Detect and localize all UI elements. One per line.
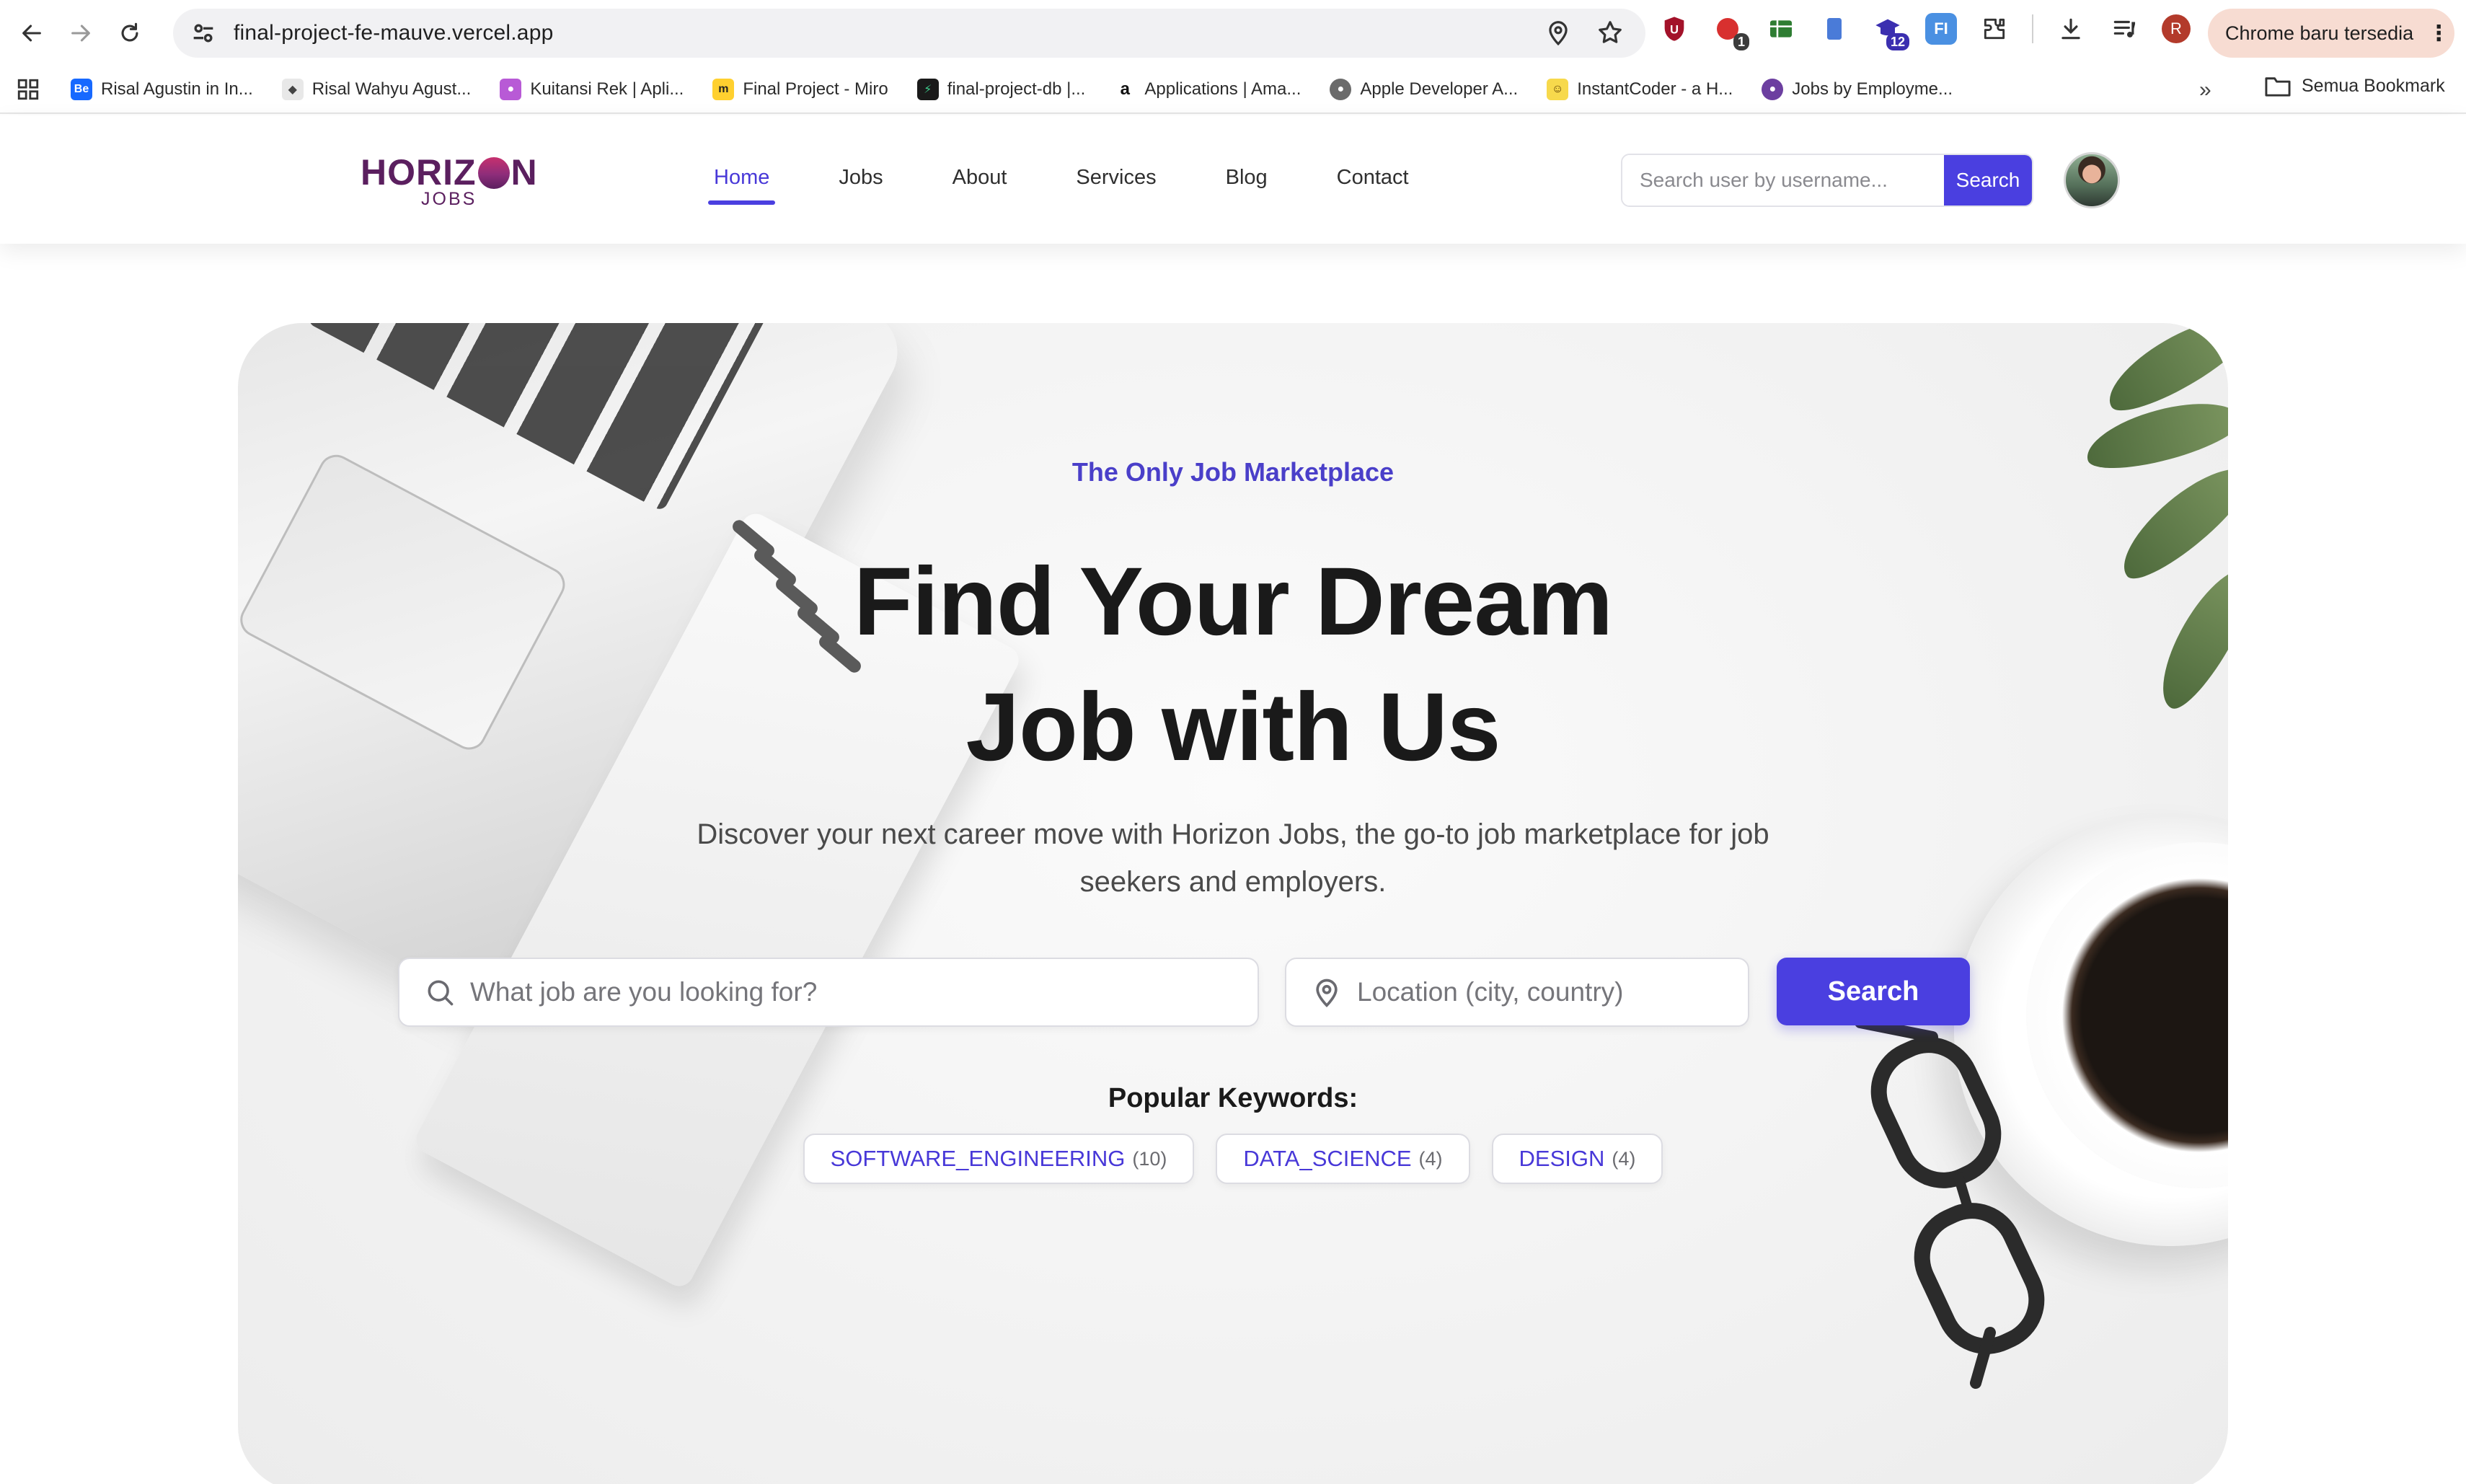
nav-blog[interactable]: Blog [1226,166,1268,190]
nav-contact[interactable]: Contact [1337,166,1409,190]
keyword-label: DESIGN [1519,1146,1605,1171]
all-bookmarks-button[interactable]: Semua Bookmark [2264,74,2445,98]
update-label: Chrome baru tersedia [2225,22,2414,44]
site-settings-icon[interactable] [189,19,218,48]
instantcoder-icon: ☺ [1547,79,1569,100]
site-header: HORIZ N JOBS Home Jobs About Services Blo… [0,115,2466,244]
bookmark-item[interactable]: ◆ Risal Wahyu Agust... [281,79,471,100]
keyword-label: SOFTWARE_ENGINEERING [830,1146,1126,1171]
hero-section: The Only Job Marketplace Find Your Dream… [238,323,2228,1484]
bookmark-item[interactable]: ☺ InstantCoder - a H... [1547,79,1733,100]
bookmark-item[interactable]: ● Apple Developer A... [1330,79,1518,100]
extension-badge: 12 [1886,33,1909,50]
keyword-chips: SOFTWARE_ENGINEERING (10) DATA_SCIENCE (… [238,1134,2228,1184]
keyword-chip-design[interactable]: DESIGN (4) [1491,1134,1663,1184]
nav-about[interactable]: About [953,166,1007,190]
nav-services[interactable]: Services [1076,166,1156,190]
bookmark-item[interactable]: ⚡ final-project-db |... [916,79,1085,100]
bookmark-favicon-icon: ● [1330,79,1352,100]
folder-icon [2265,77,2291,97]
chrome-update-button[interactable]: Chrome baru tersedia ⋮ [2208,9,2454,58]
bookmark-favicon-icon: ● [1762,79,1784,100]
profile-avatar[interactable]: R [2162,14,2191,43]
fi-extension-icon[interactable]: FI [1925,13,1957,45]
browser-toolbar: final-project-fe-mauve.vercel.app U 1 12… [0,0,2466,66]
keyword-count: (10) [1132,1147,1167,1170]
bookmarks-bar: Be Risal Agustin in In... ◆ Risal Wahyu Ag… [0,66,2466,114]
phone-extension-icon[interactable] [1818,13,1850,45]
hero-content: The Only Job Marketplace Find Your Dream… [238,323,2228,1484]
user-avatar[interactable] [2064,152,2120,208]
logo-wordmark: HORIZ N [361,152,538,193]
bookmark-favicon-icon: ◆ [281,79,304,100]
bookmark-item[interactable]: ● Kuitansi Rek | Apli... [500,79,684,100]
user-search-form: Search [1621,154,2033,207]
bookmark-item[interactable]: Be Risal Agustin in In... [71,79,253,100]
forward-button[interactable] [63,16,98,50]
hero-search-button[interactable]: Search [1777,958,1970,1025]
logo-subtitle: JOBS [421,189,477,209]
location-search-field [1285,958,1749,1027]
nav-home[interactable]: Home [707,166,776,205]
horizon-jobs-logo[interactable]: HORIZ N JOBS [361,151,541,209]
url-text[interactable]: final-project-fe-mauve.vercel.app [234,21,553,45]
chevron-double-right-icon[interactable]: » [2199,78,2211,102]
extensions-row: U 1 12 FI R [1658,13,2191,50]
job-search-input[interactable] [456,977,1258,1007]
user-search-input[interactable] [1622,155,1944,206]
bookmark-item[interactable]: ● Jobs by Employme... [1762,79,1953,100]
location-input[interactable] [1343,977,1748,1007]
address-bar[interactable]: final-project-fe-mauve.vercel.app [173,9,1645,58]
puzzle-extension-icon[interactable] [1979,13,2010,45]
arrow-left-icon [22,25,41,42]
keyword-label: DATA_SCIENCE [1243,1146,1412,1171]
reload-icon [121,22,138,42]
ublock-extension-icon[interactable]: U [1658,13,1690,45]
amazon-icon: a [1114,79,1136,100]
keyword-count: (4) [1612,1147,1636,1170]
hero-subtitle: Discover your next career move with Hori… [697,818,1769,898]
back-button[interactable] [14,16,49,50]
supabase-icon: ⚡ [916,79,939,100]
hero-headline-line2: Job with Us [965,673,1501,781]
bookmark-item[interactable]: a Applications | Ama... [1114,79,1301,100]
location-pin-icon [1316,979,1338,1007]
sheet-extension-icon[interactable] [1765,13,1797,45]
user-search-button[interactable]: Search [1944,155,2032,206]
popular-keywords-title: Popular Keywords: [1108,1083,1358,1113]
reload-button[interactable] [112,16,147,50]
keyword-chip-data-science[interactable]: DATA_SCIENCE (4) [1216,1134,1470,1184]
location-pin-icon[interactable] [1544,19,1572,46]
main-nav: Home Jobs About Services Blog Contact [707,166,1478,205]
arrow-right-icon [71,25,90,42]
graduation-extension-icon[interactable]: 12 [1872,13,1909,50]
star-icon[interactable] [1596,19,1624,46]
miro-icon: m [712,79,735,100]
toolbar-separator [2032,14,2033,43]
logo-sun-icon [477,157,510,189]
extension-badge: 1 [1733,33,1749,50]
search-icon [428,980,454,1006]
behance-icon: Be [71,79,92,100]
svg-text:U: U [1670,23,1679,37]
download-icon[interactable] [2055,13,2087,45]
stop-extension-icon[interactable]: 1 [1712,13,1749,50]
keyword-count: (4) [1418,1147,1443,1170]
bookmark-item[interactable]: m Final Project - Miro [712,79,888,100]
nav-jobs[interactable]: Jobs [839,166,883,190]
media-control-icon[interactable] [2108,13,2140,45]
hero-headline: Find Your Dream Job with Us [238,539,2228,790]
more-vert-icon[interactable]: ⋮ [2428,21,2449,46]
job-search-field [398,958,1259,1027]
hero-eyebrow: The Only Job Marketplace [1071,457,1395,487]
bookmark-favicon-icon: ● [500,79,522,100]
keyword-chip-software-engineering[interactable]: SOFTWARE_ENGINEERING (10) [803,1134,1195,1184]
apps-grid-icon[interactable] [16,77,40,102]
hero-headline-line1: Find Your Dream [853,548,1613,655]
